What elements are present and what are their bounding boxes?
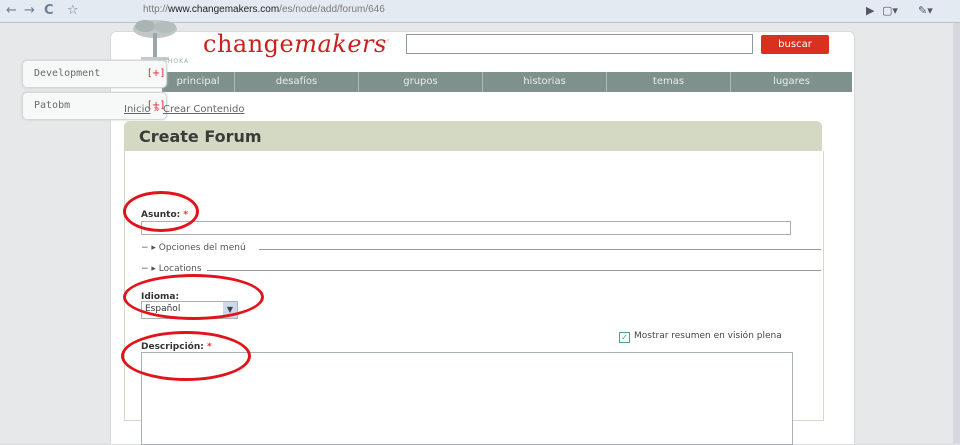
- nav-item-lugares[interactable]: lugares: [731, 72, 852, 92]
- play-icon[interactable]: ▶: [866, 4, 874, 17]
- language-select[interactable]: Español ▼: [141, 301, 238, 319]
- menu-options-label[interactable]: Opciones del menú: [159, 243, 246, 253]
- wrench-icon[interactable]: ✎▾: [918, 4, 933, 17]
- changemakers-logo[interactable]: changemakers·: [203, 30, 390, 58]
- ashoka-tree-icon: [133, 20, 177, 60]
- chevron-down-icon: ▼: [223, 302, 237, 318]
- page-menu-icon[interactable]: ▢▾: [882, 4, 898, 17]
- sidetab-label: Patobm: [34, 100, 71, 111]
- nav-item-temas[interactable]: temas: [607, 72, 731, 92]
- locations-label[interactable]: Locations: [159, 264, 202, 274]
- menu-options-fieldset[interactable]: − ▸ Opciones del menú: [141, 243, 821, 254]
- summary-checkbox[interactable]: ✓: [619, 332, 630, 343]
- search-input[interactable]: [406, 34, 753, 54]
- breadcrumb-current-link[interactable]: Crear Contenido: [163, 104, 245, 115]
- nav-item-historias[interactable]: historias: [483, 72, 607, 92]
- reload-icon[interactable]: C: [44, 3, 54, 19]
- breadcrumb: Inicio » Crear Contenido: [124, 104, 245, 115]
- summary-checkbox-label: Mostrar resumen en visión plena: [634, 331, 782, 341]
- page-title: Create Forum: [139, 127, 262, 146]
- subject-input[interactable]: [141, 221, 791, 235]
- description-textarea[interactable]: [141, 352, 793, 445]
- back-arrow-icon[interactable]: ←: [6, 3, 17, 19]
- language-value: Español: [145, 304, 181, 314]
- url-domain: www.changemakers.com: [168, 4, 280, 15]
- nav-item-desafios[interactable]: desafíos: [235, 72, 359, 92]
- subject-label: Asunto: *: [141, 210, 189, 220]
- url-path: /es/node/add/forum/646: [279, 4, 385, 15]
- locations-fieldset[interactable]: − ▸ Locations: [141, 264, 821, 275]
- star-icon[interactable]: ☆: [67, 3, 79, 19]
- sidetab-label: Development: [34, 68, 101, 79]
- search-button[interactable]: buscar: [761, 35, 829, 54]
- description-label: Descripción: *: [141, 342, 212, 352]
- sidetab-development[interactable]: Development [+]: [22, 60, 167, 88]
- forward-arrow-icon[interactable]: →: [24, 3, 35, 19]
- nav-item-principal[interactable]: principal: [162, 72, 235, 92]
- expand-toggle[interactable]: [+]: [148, 68, 164, 79]
- breadcrumb-home-link[interactable]: Inicio: [124, 104, 150, 115]
- main-nav: principal desafíos grupos historias tema…: [162, 72, 852, 92]
- scrollbar[interactable]: [953, 23, 960, 443]
- required-mark: *: [183, 210, 189, 220]
- form-title-bar: Create Forum: [124, 121, 822, 151]
- nav-item-grupos[interactable]: grupos: [359, 72, 483, 92]
- breadcrumb-separator: »: [153, 104, 160, 115]
- address-bar[interactable]: http://www.changemakers.com/es/node/add/…: [143, 4, 385, 15]
- required-mark: *: [206, 342, 212, 352]
